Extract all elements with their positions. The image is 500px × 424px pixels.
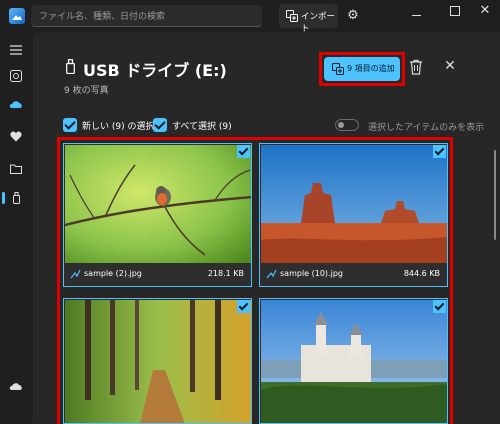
photo-tile[interactable] xyxy=(259,298,448,424)
select-new-label: 新しい (9) の選択 xyxy=(82,122,155,132)
page-title: USB ドライブ (E:) xyxy=(83,61,227,80)
add-items-button[interactable]: 9 項目の追加 xyxy=(324,57,400,81)
photos-app-icon xyxy=(9,8,25,24)
image-file-icon xyxy=(266,269,277,279)
photo-count: 9 枚の写真 xyxy=(64,86,109,96)
onedrive-icon[interactable] xyxy=(6,94,26,114)
file-size: 844.6 KB xyxy=(403,269,440,278)
selected-check-icon[interactable] xyxy=(433,300,446,313)
select-all-checkbox[interactable] xyxy=(153,118,167,132)
photo-tile[interactable]: sample (10).jpg 844.6 KB xyxy=(259,143,448,287)
nav-rail xyxy=(0,32,32,424)
selected-check-icon[interactable] xyxy=(237,145,250,158)
search-placeholder: ファイル名、種類、日付の検索 xyxy=(39,12,166,22)
file-name: sample (2).jpg xyxy=(84,269,142,278)
hamburger-icon[interactable] xyxy=(6,40,26,60)
image-file-icon xyxy=(70,269,81,279)
photo-tile[interactable] xyxy=(63,298,252,424)
selected-check-icon[interactable] xyxy=(433,145,446,158)
select-new-checkbox[interactable] xyxy=(63,118,77,132)
usb-drive-icon xyxy=(66,59,75,74)
trash-icon[interactable] xyxy=(409,59,423,75)
show-selected-label: 選択したアイテムのみを表示 xyxy=(368,123,485,133)
minimize-icon[interactable] xyxy=(411,9,423,21)
maximize-icon[interactable] xyxy=(450,6,460,16)
show-selected-toggle[interactable] xyxy=(335,119,359,131)
selected-check-icon[interactable] xyxy=(237,300,250,313)
robin-photo xyxy=(65,145,251,263)
scrollbar[interactable] xyxy=(494,150,496,240)
castle-photo xyxy=(261,300,447,423)
close-icon[interactable]: ✕ xyxy=(478,4,492,18)
import-label: インポート xyxy=(301,12,336,34)
select-all-label: すべて選択 (9) xyxy=(172,122,232,132)
file-info: sample (10).jpg 844.6 KB xyxy=(261,263,446,285)
photo-tile[interactable]: sample (2).jpg 218.1 KB xyxy=(63,143,252,287)
file-info: sample (2).jpg 218.1 KB xyxy=(65,263,250,285)
close-icon[interactable]: ✕ xyxy=(442,58,458,74)
usb-drive-icon[interactable] xyxy=(2,188,26,208)
forest-path-photo xyxy=(65,300,251,423)
monument-valley-photo xyxy=(261,145,447,263)
file-size: 218.1 KB xyxy=(207,269,244,278)
gear-icon[interactable]: ⚙ xyxy=(345,8,361,24)
import-icon xyxy=(286,10,298,22)
title-bar: ファイル名、種類、日付の検索 インポート ⚙ ✕ xyxy=(0,0,500,34)
add-items-label: 9 項目の追加 xyxy=(347,64,395,73)
file-name: sample (10).jpg xyxy=(280,269,343,278)
import-icon xyxy=(332,63,344,75)
folders-icon[interactable] xyxy=(6,159,26,179)
import-button[interactable]: インポート xyxy=(279,4,338,34)
search-input[interactable]: ファイル名、種類、日付の検索 xyxy=(31,5,262,27)
icloud-icon[interactable] xyxy=(6,376,26,396)
gallery-icon[interactable] xyxy=(6,66,26,86)
favorites-icon[interactable] xyxy=(6,126,26,146)
